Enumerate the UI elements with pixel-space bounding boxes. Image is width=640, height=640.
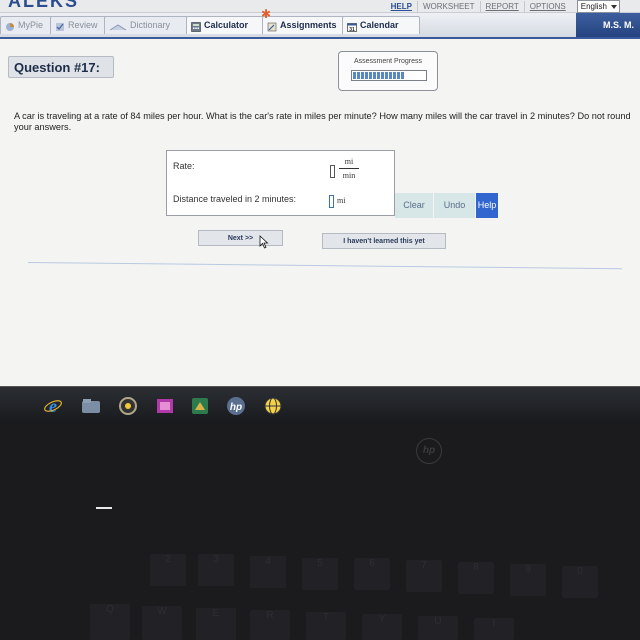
help-link[interactable]: HELP: [386, 1, 417, 13]
key-4: 4: [250, 556, 286, 588]
utility-strip: ALEKS HELP WORKSHEET REPORT OPTIONS Engl…: [0, 0, 640, 13]
network-globe-icon[interactable]: [262, 396, 284, 416]
laptop-body: hp 2 3 4 5 6 7 8 9 0 Q W E R T Y U I: [0, 424, 640, 640]
new-assignment-badge-icon: ✱: [261, 7, 272, 21]
options-link[interactable]: OPTIONS: [523, 0, 571, 13]
pie-icon: [5, 21, 15, 31]
key-0: 0: [562, 566, 598, 598]
windows-taskbar: e hp: [0, 386, 640, 425]
review-icon: [55, 21, 65, 31]
content-divider: [27, 262, 622, 270]
next-button[interactable]: Next >>: [198, 230, 283, 246]
calculator-icon: [191, 21, 201, 32]
browser-screen: ALEKS HELP WORKSHEET REPORT OPTIONS Engl…: [0, 0, 640, 386]
undo-button[interactable]: Undo: [434, 193, 475, 218]
calendar-icon: 31: [347, 21, 357, 33]
rate-unit-fraction: mi min: [339, 157, 359, 180]
report-link[interactable]: REPORT: [479, 0, 524, 13]
user-name[interactable]: M.S. M.: [576, 13, 640, 37]
key-q: Q: [90, 604, 130, 640]
tab-calendar[interactable]: 31 Calendar: [342, 16, 420, 34]
app-shortcut-icon[interactable]: [189, 396, 211, 416]
assignments-icon: [267, 21, 277, 31]
not-learned-button[interactable]: I haven't learned this yet: [322, 233, 446, 249]
key-u: U: [418, 616, 458, 640]
question-prompt: A car is traveling at a rate of 84 miles…: [14, 111, 631, 132]
dictionary-icon: [109, 21, 127, 31]
distance-label: Distance traveled in 2 minutes:: [173, 194, 297, 204]
media-player-icon[interactable]: [117, 396, 139, 416]
assessment-progress-panel: Assessment Progress: [338, 51, 438, 91]
distance-input[interactable]: [329, 195, 334, 208]
hp-support-icon[interactable]: hp: [225, 396, 247, 416]
tab-label: Calculator: [204, 20, 249, 30]
assessment-progress-fill: [353, 72, 405, 79]
tab-calculator[interactable]: Calculator: [186, 16, 266, 34]
hp-logo: hp: [416, 438, 442, 464]
svg-text:31: 31: [349, 27, 355, 32]
key-y: Y: [362, 614, 402, 640]
worksheet-link[interactable]: WORKSHEET: [416, 0, 480, 13]
key-w: W: [142, 606, 182, 640]
svg-text:e: e: [49, 396, 57, 416]
main-nav-bar: MyPie Review Dictionary Calculator Assig…: [0, 8, 640, 39]
status-led: [96, 507, 112, 509]
key-8: 8: [458, 562, 494, 594]
internet-explorer-icon[interactable]: e: [42, 396, 64, 416]
key-6: 6: [354, 558, 390, 590]
question-title: Question #17:: [8, 56, 114, 78]
key-t: T: [306, 612, 346, 640]
assessment-progress-label: Assessment Progress: [353, 58, 423, 65]
tab-label: Dictionary: [130, 20, 171, 30]
key-7: 7: [406, 560, 442, 592]
answer-panel: Rate: mi min Distance traveled in 2 minu…: [166, 150, 395, 216]
language-select[interactable]: English: [576, 0, 620, 13]
distance-unit: mi: [337, 196, 346, 205]
help-button[interactable]: Help: [476, 193, 498, 218]
aleks-logo: ALEKS: [8, 0, 80, 11]
rate-unit-denominator: min: [342, 171, 356, 180]
svg-text:hp: hp: [230, 402, 242, 413]
key-i: I: [474, 618, 514, 640]
key-9: 9: [510, 564, 546, 596]
key-e: E: [196, 608, 236, 640]
tab-label: Calendar: [360, 20, 399, 30]
key-3: 3: [198, 554, 234, 586]
key-r: R: [250, 610, 290, 640]
tab-label: Review: [68, 20, 98, 30]
assessment-progress-bar: [351, 70, 427, 81]
key-2: 2: [150, 554, 186, 586]
clear-button[interactable]: Clear: [395, 193, 433, 218]
utility-links: HELP WORKSHEET REPORT OPTIONS English: [386, 0, 620, 13]
mouse-cursor-icon: [259, 235, 269, 249]
tab-label: Assignments: [280, 20, 337, 30]
rate-label: Rate:: [173, 161, 195, 171]
key-5: 5: [302, 558, 338, 590]
tab-label: MyPie: [18, 20, 44, 30]
rate-input[interactable]: [330, 165, 335, 178]
tab-dictionary[interactable]: Dictionary: [104, 16, 196, 34]
file-explorer-icon[interactable]: [80, 396, 102, 416]
fraction-bar: [339, 168, 359, 169]
rate-unit-numerator: mi: [344, 157, 354, 166]
photo-app-icon[interactable]: [154, 396, 176, 416]
